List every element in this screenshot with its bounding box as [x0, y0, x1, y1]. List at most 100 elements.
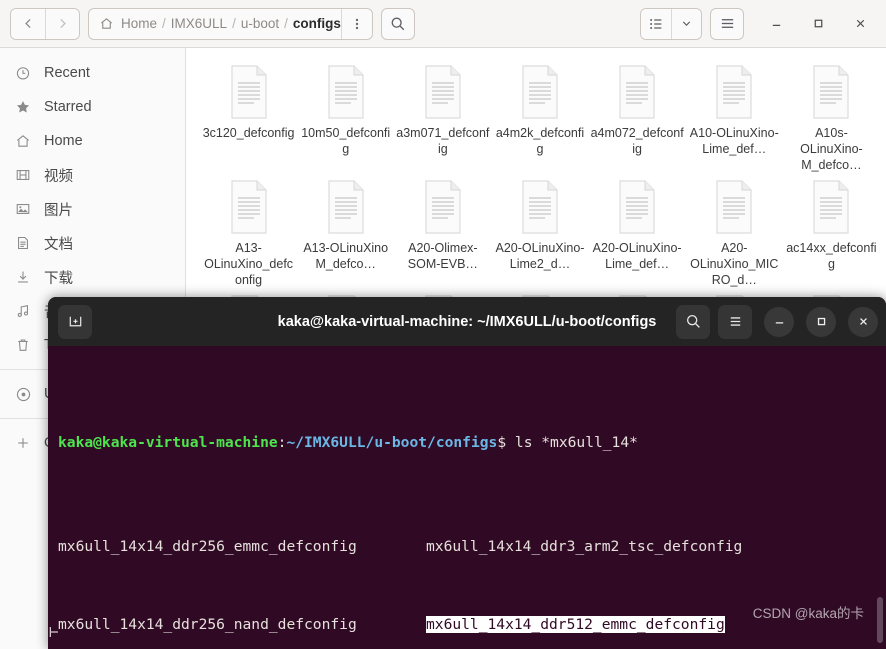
breadcrumb-item-home[interactable]: Home	[121, 16, 157, 31]
text-file-icon	[809, 179, 853, 235]
terminal-close-button[interactable]	[848, 306, 878, 337]
minimize-icon	[772, 24, 780, 26]
terminal-window: kaka@kaka-virtual-machine: ~/IMX6ULL/u-b…	[48, 297, 886, 649]
file-manager-header: Home / IMX6ULL / u-boot / configs	[0, 0, 886, 48]
star-icon	[14, 98, 32, 116]
file-item[interactable]: A13-OLinuXino_defconfig	[200, 173, 297, 288]
terminal-search-button[interactable]	[676, 304, 710, 339]
file-item[interactable]: a4m072_defconfig	[589, 58, 686, 173]
maximize-icon	[814, 19, 822, 28]
file-name: A10-OLinuXino-Lime_def…	[689, 126, 779, 156]
search-icon	[391, 17, 405, 30]
search-icon	[686, 314, 700, 328]
list-view-button[interactable]	[641, 8, 671, 39]
file-grid-row: A13-OLinuXino_defconfig A13-OLinuXino M_…	[192, 173, 880, 288]
terminal-scrollbar[interactable]	[877, 597, 883, 643]
home-icon	[99, 16, 114, 31]
file-item[interactable]: 3c120_defconfig	[200, 58, 297, 173]
window-controls	[760, 8, 876, 40]
terminal-header-controls	[676, 304, 878, 339]
breadcrumb-item-u-boot[interactable]: u-boot	[241, 16, 279, 31]
sidebar-item-recent[interactable]: Recent	[0, 56, 185, 90]
chevron-down-icon	[682, 21, 691, 26]
text-file-icon	[421, 179, 465, 235]
document-icon	[14, 234, 32, 252]
hamburger-menu-icon	[721, 19, 733, 28]
mouse-cursor-icon: ⊢	[49, 622, 59, 641]
text-file-icon	[615, 64, 659, 120]
file-item[interactable]: ac14xx_defconfig	[783, 173, 880, 288]
file-name: a4m072_defconfig	[590, 126, 684, 156]
file-name: A20-OLinuXino_MICRO_d…	[690, 241, 779, 287]
path-options-button[interactable]	[342, 9, 372, 39]
text-file-icon	[712, 64, 756, 120]
prompt-path: ~/IMX6ULL/u-boot/configs	[286, 434, 498, 451]
search-button[interactable]	[380, 7, 415, 40]
file-name: A20-Olimex-SOM-EVB…	[407, 241, 478, 271]
file-item[interactable]: 10m50_defconfig	[297, 58, 394, 173]
file-item[interactable]: A13-OLinuXino M_defco…	[297, 173, 394, 288]
text-file-icon	[227, 64, 271, 120]
maximize-button[interactable]	[802, 8, 834, 40]
sidebar-item-label: Recent	[44, 65, 90, 81]
breadcrumb[interactable]: Home / IMX6ULL / u-boot / configs	[88, 7, 373, 40]
file-item[interactable]: A20-OLinuXino_MICRO_d…	[686, 173, 783, 288]
trash-icon	[14, 336, 32, 354]
file-name: 10m50_defconfig	[301, 126, 391, 156]
text-file-icon	[324, 64, 368, 120]
main-menu-button[interactable]	[710, 7, 744, 40]
file-name: a4m2k_defconfig	[495, 126, 585, 156]
output-left: mx6ull_14x14_ddr256_emmc_defconfig	[58, 538, 357, 555]
close-button[interactable]	[844, 8, 876, 40]
clock-icon	[14, 64, 32, 82]
hamburger-menu-icon	[730, 317, 740, 326]
forward-button[interactable]	[45, 8, 79, 39]
sidebar-item-downloads[interactable]: 下载	[0, 260, 185, 294]
file-item[interactable]: A20-Olimex-SOM-EVB…	[394, 173, 491, 288]
file-name: a3m071_defconfig	[396, 126, 490, 156]
vertical-dots-icon	[355, 18, 359, 29]
breadcrumb-item-imx6ull[interactable]: IMX6ULL	[171, 16, 227, 31]
home-icon	[14, 132, 32, 150]
sidebar-item-documents[interactable]: 文档	[0, 226, 185, 260]
text-file-icon	[227, 179, 271, 235]
picture-icon	[14, 200, 32, 218]
prompt-dollar: $	[497, 434, 507, 451]
prompt-user-host: kaka@kaka-virtual-machine	[58, 434, 278, 451]
file-name: A10s-OLinuXino-M_defco…	[800, 126, 863, 172]
sidebar-item-pictures[interactable]: 图片	[0, 192, 185, 226]
close-icon	[856, 19, 864, 28]
sidebar-item-videos[interactable]: 视频	[0, 158, 185, 192]
sidebar-item-label: 文档	[44, 236, 73, 253]
list-view-icon	[650, 18, 662, 29]
breadcrumb-separator: /	[284, 16, 288, 31]
terminal-output[interactable]: kaka@kaka-virtual-machine:~/IMX6ULL/u-bo…	[48, 346, 886, 649]
new-tab-button[interactable]	[58, 304, 92, 339]
file-name: A20-OLinuXino-Lime2_d…	[495, 241, 585, 271]
music-icon	[14, 302, 32, 320]
terminal-minimize-button[interactable]	[764, 306, 794, 337]
breadcrumb-separator: /	[232, 16, 236, 31]
sidebar-item-home[interactable]: Home	[0, 124, 185, 158]
terminal-output-row: mx6ull_14x14_ddr256_emmc_defconfig mx6ull…	[58, 534, 886, 560]
sidebar-item-starred[interactable]: Starred	[0, 90, 185, 124]
terminal-header: kaka@kaka-virtual-machine: ~/IMX6ULL/u-b…	[48, 297, 886, 346]
output-left: mx6ull_14x14_ddr256_nand_defconfig	[58, 616, 357, 633]
terminal-maximize-button[interactable]	[806, 306, 836, 337]
file-item[interactable]: A20-OLinuXino-Lime_def…	[589, 173, 686, 288]
view-options-dropdown[interactable]	[671, 8, 701, 39]
file-name: ac14xx_defconfig	[786, 241, 877, 271]
sidebar-item-label: 图片	[44, 202, 73, 219]
file-item[interactable]: A20-OLinuXino-Lime2_d…	[491, 173, 588, 288]
file-item[interactable]: A10-OLinuXino-Lime_def…	[686, 58, 783, 173]
terminal-menu-button[interactable]	[718, 304, 752, 339]
file-item[interactable]: a4m2k_defconfig	[491, 58, 588, 173]
text-file-icon	[421, 64, 465, 120]
minimize-button[interactable]	[760, 8, 792, 40]
breadcrumb-item-configs[interactable]: configs	[293, 16, 341, 31]
back-button[interactable]	[11, 8, 45, 39]
close-icon	[859, 318, 867, 325]
file-item[interactable]: a3m071_defconfig	[394, 58, 491, 173]
download-icon	[14, 268, 32, 286]
file-item[interactable]: A10s-OLinuXino-M_defco…	[783, 58, 880, 173]
